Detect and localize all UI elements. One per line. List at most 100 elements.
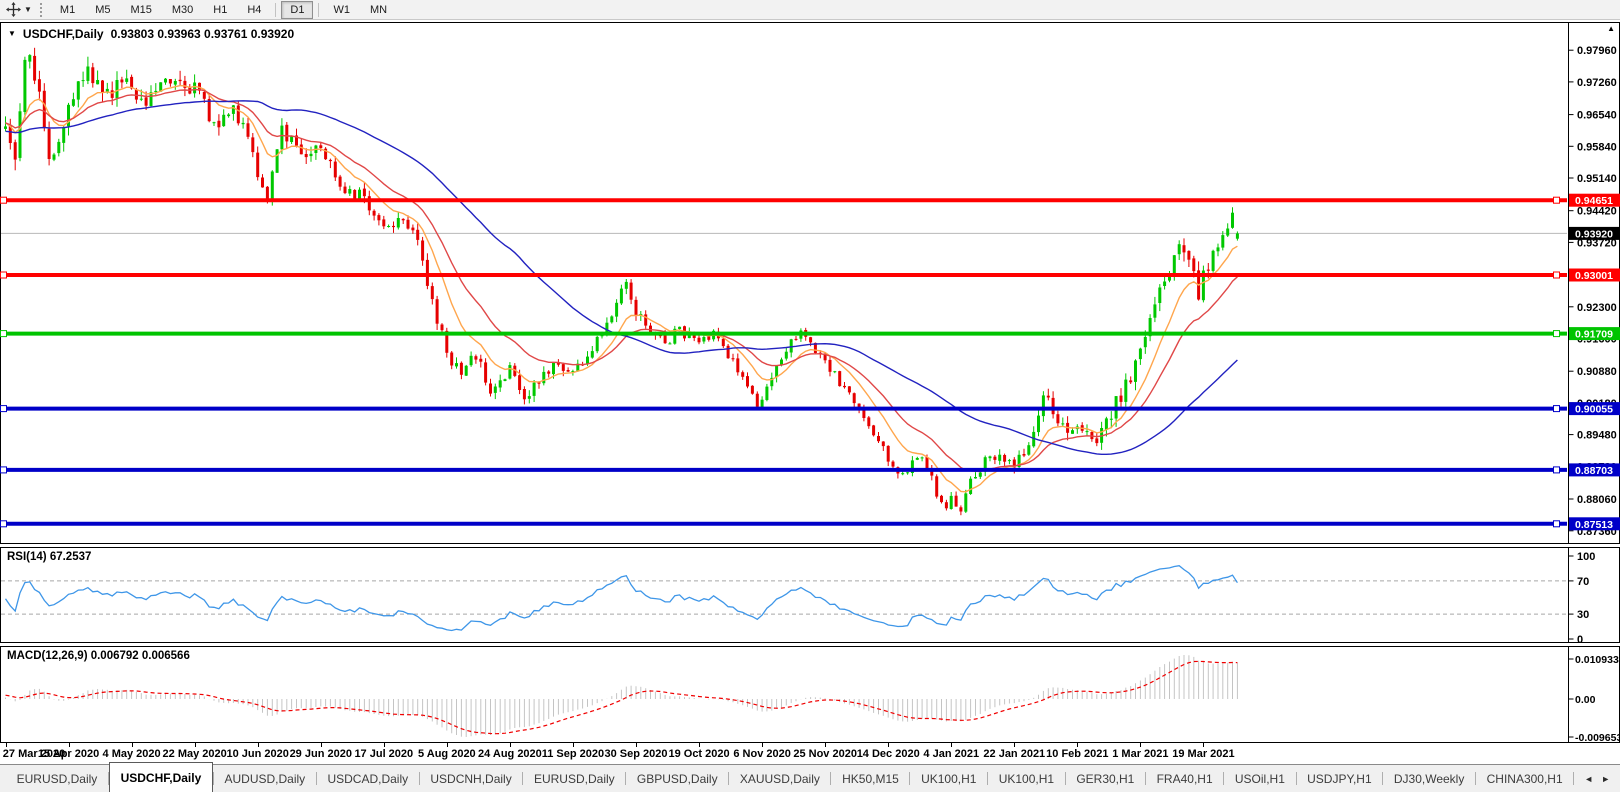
macd-tick: 0.00 [1575,694,1596,706]
price-tick: 0.88060 [1577,494,1617,506]
tab-eurusd-daily[interactable]: EURUSD,Daily [523,765,625,792]
date-label: 10 Feb 2021 [1046,748,1108,760]
date-tick [1140,743,1141,747]
tab-fra40-h1[interactable]: FRA40,H1 [1146,765,1223,792]
timeframe-m15[interactable]: M15 [121,1,160,19]
current-price-badge: 0.93920 [1569,227,1620,241]
tab-usdjpy-h1[interactable]: USDJPY,H1 [1297,765,1383,792]
rsi-tick: 70 [1577,576,1589,588]
tab-usdcad-daily[interactable]: USDCAD,Daily [317,765,419,792]
date-label: 6 Nov 2020 [733,748,790,760]
tab-china300-h1[interactable]: CHINA300,H1 [1476,765,1573,792]
price-tick: 0.94420 [1577,206,1617,218]
collapse-triangle-icon[interactable]: ▼ [8,29,16,39]
rsi-canvas[interactable]: 10070300 [0,547,1620,643]
date-label: 19 Oct 2020 [668,748,729,760]
tab-next-icon[interactable]: ► [1601,774,1610,784]
svg-text:0.90055: 0.90055 [1575,404,1613,416]
chart-tab-bar: EURUSD,DailyUSDCHF,DailyAUDUSD,DailyUSDC… [0,764,1620,792]
timeframe-m5[interactable]: M5 [86,1,119,19]
mt4-terminal: ▼ M1M5M15M30H1H4 D1 W1MN ▼ USDCHF,Daily 0.… [0,0,1620,792]
date-label: 22 May 2020 [163,748,227,760]
price-badge-0.88703: 0.88703 [1569,463,1620,477]
tab-eurusd-daily[interactable]: EURUSD,Daily [6,765,108,792]
date-tick [69,743,70,747]
rsi-tick: 30 [1577,609,1589,621]
price-tick: 0.97960 [1577,45,1617,57]
tab-uk100-h1[interactable]: UK100,H1 [910,765,987,792]
price-badge-0.87513: 0.87513 [1569,517,1620,531]
date-tick [384,743,385,747]
main-chart-panel[interactable]: ▼ USDCHF,Daily 0.93803 0.93963 0.93761 0… [0,22,1620,544]
price-tick: 0.96540 [1577,110,1617,122]
timeframe-buttons: M1M5M15M30H1H4 D1 W1MN [50,1,397,19]
scroll-up-icon[interactable]: ▲ [1607,24,1615,33]
date-tick [447,743,448,747]
chart-title: ▼ USDCHF,Daily 0.93803 0.93963 0.93761 0… [8,27,294,41]
date-label: 29 Jun 2020 [290,748,352,760]
caret-down-icon[interactable]: ▼ [24,5,32,14]
crosshair-move-icon[interactable] [6,2,21,17]
svg-text:0.94651: 0.94651 [1575,195,1613,207]
date-tick [1203,743,1204,747]
date-label: 5 Aug 2020 [418,748,476,760]
timeframe-d1[interactable]: D1 [281,1,313,19]
tab-xauusd-daily[interactable]: XAUUSD,Daily [729,765,830,792]
svg-text:0.93001: 0.93001 [1575,270,1613,282]
date-tick [1014,743,1015,747]
price-tick: 0.90880 [1577,366,1617,378]
date-label: 15 Apr 2020 [38,748,99,760]
timeframe-m1[interactable]: M1 [51,1,84,19]
date-tick [636,743,637,747]
price-tick: 0.92300 [1577,302,1617,314]
date-label: 4 Jan 2021 [923,748,979,760]
tab-usdcnh-daily[interactable]: USDCNH,Daily [420,765,523,792]
date-label: 4 May 2020 [103,748,161,760]
date-label: 14 Dec 2020 [857,748,920,760]
price-tick: 0.89480 [1577,430,1617,442]
toolbar-grip[interactable] [40,3,43,17]
svg-text:0.93920: 0.93920 [1575,228,1613,240]
date-label: 10 Jun 2020 [227,748,289,760]
date-tick [1077,743,1078,747]
tab-dj30-weekly[interactable]: DJ30,Weekly [1383,765,1475,792]
tab-uk100-h1[interactable]: UK100,H1 [988,765,1065,792]
date-label: 17 Jul 2020 [354,748,413,760]
timeframe-w1[interactable]: W1 [324,1,359,19]
main-chart-canvas[interactable]: 0.979600.972600.965400.958400.951400.944… [0,22,1620,544]
date-tick [195,743,196,747]
date-label: 24 Aug 2020 [478,748,542,760]
timeframe-toolbar: ▼ M1M5M15M30H1H4 D1 W1MN [0,0,1620,20]
date-tick [321,743,322,747]
date-tick [6,743,7,747]
date-tick [510,743,511,747]
date-tick [258,743,259,747]
macd-canvas[interactable]: 0.0109330.00-0.009653 [0,646,1620,743]
date-label: 25 Nov 2020 [793,748,857,760]
timeframe-mn[interactable]: MN [361,1,396,19]
date-tick [573,743,574,747]
tab-gbpusd-daily[interactable]: GBPUSD,Daily [626,765,728,792]
tab-hk50-m15[interactable]: HK50,M15 [831,765,909,792]
date-axis[interactable]: 27 Mar 202015 Apr 20204 May 202022 May 2… [0,743,1620,763]
date-label: 11 Sep 2020 [542,748,604,760]
macd-panel[interactable]: MACD(12,26,9) 0.006792 0.006566 0.010933… [0,646,1620,743]
rsi-panel[interactable]: RSI(14) 67.2537 10070300 [0,547,1620,643]
price-badge-0.93001: 0.93001 [1569,269,1620,283]
tab-audusd-daily[interactable]: AUDUSD,Daily [214,765,316,792]
timeframe-m30[interactable]: M30 [163,1,202,19]
price-badge-0.90055: 0.90055 [1569,402,1620,416]
rsi-label: RSI(14) 67.2537 [7,551,91,563]
macd-tick: 0.010933 [1575,654,1619,666]
date-tick [132,743,133,747]
symbol-period-label: USDCHF,Daily [23,27,104,41]
date-tick [762,743,763,747]
svg-text:0.91709: 0.91709 [1575,329,1613,341]
timeframe-h4[interactable]: H4 [238,1,270,19]
tab-usoil-h1[interactable]: USOil,H1 [1224,765,1295,792]
tab-usdchf-daily[interactable]: USDCHF,Daily [109,762,213,792]
toolbar-separator [275,3,276,17]
tab-ger30-h1[interactable]: GER30,H1 [1066,765,1145,792]
timeframe-h1[interactable]: H1 [204,1,236,19]
tab-prev-icon[interactable]: ◄ [1584,774,1593,784]
